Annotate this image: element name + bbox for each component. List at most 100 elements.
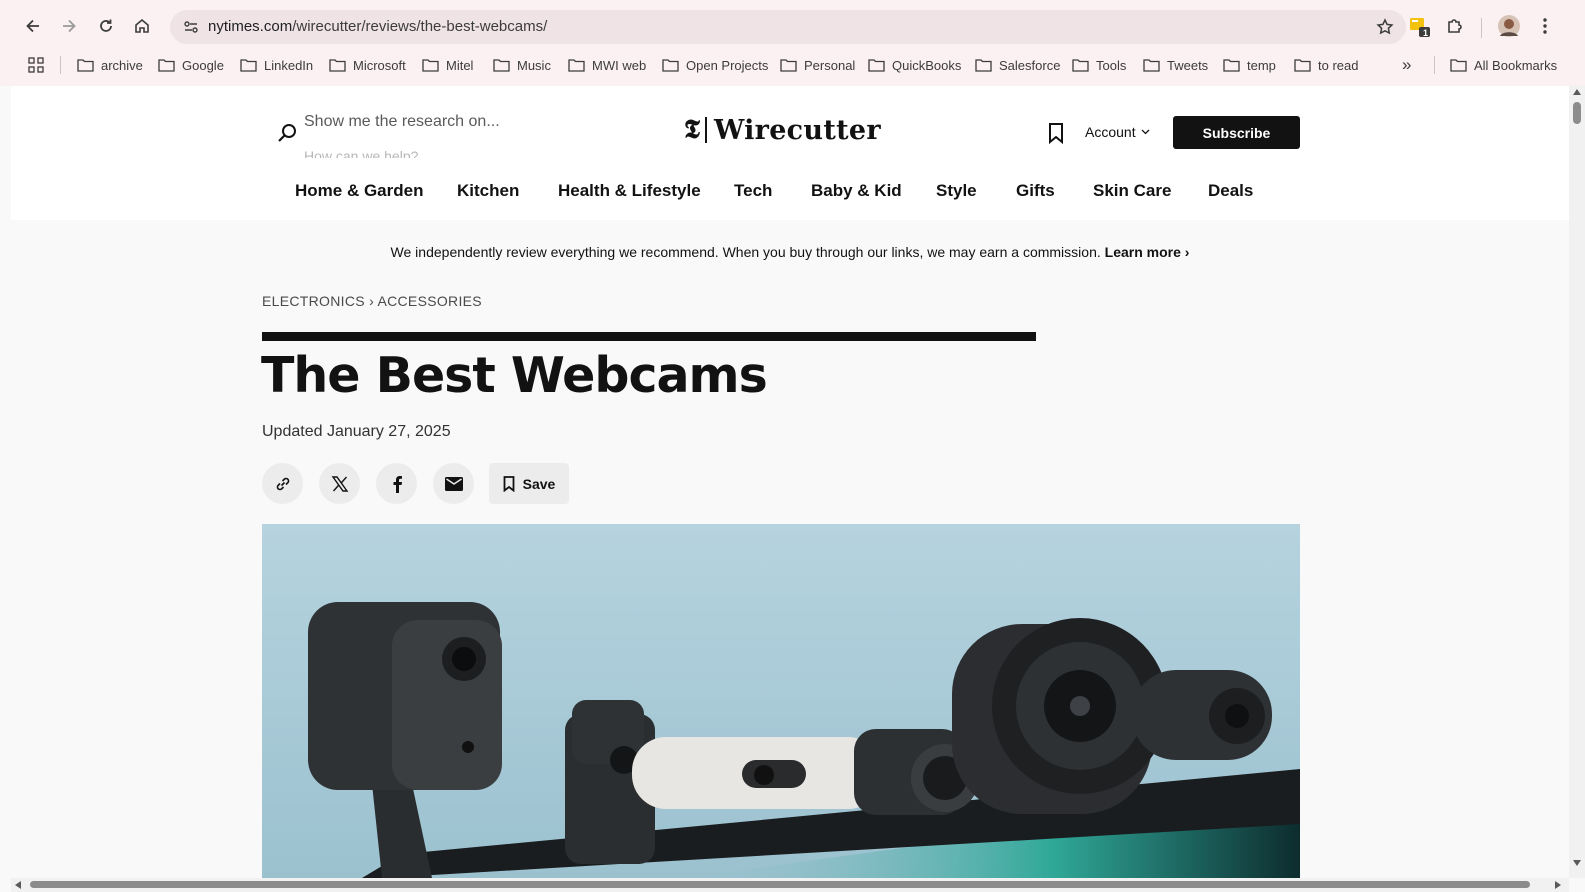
affiliate-disclosure: We independently review everything we re… xyxy=(11,244,1569,260)
folder-icon xyxy=(868,59,885,72)
bookmark-folder[interactable]: Microsoft xyxy=(329,53,406,77)
kebab-menu-icon xyxy=(1543,18,1547,34)
vertical-scrollbar[interactable] xyxy=(1569,86,1585,878)
bookmark-folder[interactable]: QuickBooks xyxy=(868,53,961,77)
profile-button[interactable] xyxy=(1493,10,1525,42)
nav-item-home-garden[interactable]: Home & Garden xyxy=(295,181,423,201)
back-arrow-icon xyxy=(26,19,39,33)
nav-item-tech[interactable]: Tech xyxy=(734,181,772,201)
logo-divider xyxy=(704,117,707,143)
bookmark-folder[interactable]: Google xyxy=(158,53,224,77)
home-button[interactable] xyxy=(126,10,158,42)
search-input[interactable] xyxy=(304,110,604,134)
bookmark-folder[interactable]: temp xyxy=(1223,53,1276,77)
scroll-left-arrow-icon[interactable] xyxy=(15,881,21,889)
bookmarks-divider-right xyxy=(1434,56,1435,74)
url-domain: nytimes.com xyxy=(208,18,293,35)
browser-menu-button[interactable] xyxy=(1529,10,1561,42)
forward-button[interactable] xyxy=(53,10,85,42)
bookmarks-bar: archive Google LinkedIn Microsoft Mitel Music… xyxy=(0,50,1585,80)
bookmark-label: Personal xyxy=(804,57,856,73)
apps-button[interactable] xyxy=(28,53,51,77)
share-x-button[interactable] xyxy=(319,463,360,504)
all-bookmarks-button[interactable]: All Bookmarks xyxy=(1450,53,1557,77)
address-bar[interactable]: nytimes.com/wirecutter/reviews/the-best-… xyxy=(170,10,1406,44)
folder-icon xyxy=(1072,59,1089,72)
bookmarks-overflow-button[interactable]: » xyxy=(1402,53,1411,77)
wirecutter-logo[interactable]: 𝕿 Wirecutter xyxy=(684,113,881,147)
site-header: How can we help? 𝕿 Wirecutter Account Su… xyxy=(11,86,1569,220)
bookmark-label: LinkedIn xyxy=(264,57,314,73)
facebook-icon xyxy=(393,475,402,493)
bookmark-label: Open Projects xyxy=(686,57,769,73)
nav-item-skin-care[interactable]: Skin Care xyxy=(1093,181,1171,201)
link-icon xyxy=(276,477,289,490)
bookmark-folder[interactable]: Open Projects xyxy=(662,53,768,77)
home-icon xyxy=(135,18,149,33)
breadcrumb-electronics[interactable]: ELECTRONICS xyxy=(262,293,365,309)
bookmark-folder[interactable]: Mitel xyxy=(422,53,473,77)
bookmark-label: to read xyxy=(1318,57,1359,73)
logo-wordmark: Wirecutter xyxy=(713,114,881,146)
nav-item-deals[interactable]: Deals xyxy=(1208,181,1253,201)
toolbar-divider xyxy=(1481,18,1482,38)
overflow-chevrons-icon: » xyxy=(1402,55,1412,74)
bookmark-label: Google xyxy=(182,57,224,73)
category-nav: Home & Garden Kitchen Health & Lifestyle Te… xyxy=(11,181,1569,211)
puzzle-icon xyxy=(1448,19,1462,33)
bookmark-icon xyxy=(503,475,515,492)
bookmark-label: Music xyxy=(517,57,551,73)
bookmarks-divider xyxy=(60,56,61,74)
search-hint-text: How can we help? xyxy=(304,148,419,158)
learn-more-link[interactable]: Learn more › xyxy=(1105,244,1190,260)
bookmark-label: Mitel xyxy=(446,57,474,73)
bookmark-folder[interactable]: LinkedIn xyxy=(240,53,313,77)
bookmark-label: Salesforce xyxy=(999,57,1061,73)
horizontal-scroll-thumb[interactable] xyxy=(30,881,1530,888)
nav-item-gifts[interactable]: Gifts xyxy=(1016,181,1055,201)
scroll-right-arrow-icon[interactable] xyxy=(1555,881,1561,889)
nav-item-style[interactable]: Style xyxy=(936,181,977,201)
scroll-up-arrow-icon[interactable] xyxy=(1573,89,1581,95)
back-button[interactable] xyxy=(17,10,49,42)
account-menu[interactable]: Account xyxy=(1085,124,1150,140)
bookmark-folder[interactable]: Personal xyxy=(780,53,855,77)
scroll-down-arrow-icon[interactable] xyxy=(1573,860,1581,866)
folder-icon xyxy=(158,59,175,72)
bookmark-folder[interactable]: Tools xyxy=(1072,53,1126,77)
bookmark-folder[interactable]: Music xyxy=(493,53,551,77)
vertical-scroll-thumb[interactable] xyxy=(1573,102,1581,124)
folder-icon xyxy=(1294,59,1311,72)
site-info-icon[interactable] xyxy=(178,14,204,40)
bookmark-folder[interactable]: archive xyxy=(77,53,143,77)
folder-icon xyxy=(662,59,679,72)
save-article-button[interactable]: Save xyxy=(489,463,569,504)
share-facebook-button[interactable] xyxy=(376,463,417,504)
bookmark-label: Tweets xyxy=(1167,57,1209,73)
nav-item-health-lifestyle[interactable]: Health & Lifestyle xyxy=(558,181,701,201)
extension-notes-button[interactable]: 1 xyxy=(1403,10,1435,42)
url-text: nytimes.com/wirecutter/reviews/the-best-… xyxy=(208,18,547,35)
bookmark-star-icon[interactable] xyxy=(1372,14,1398,40)
save-label: Save xyxy=(522,475,556,492)
x-logo-icon xyxy=(331,475,348,492)
bookmark-folder[interactable]: MWI web xyxy=(568,53,646,77)
search-icon[interactable] xyxy=(276,122,298,144)
bookmark-label: QuickBooks xyxy=(892,57,962,73)
forward-arrow-icon xyxy=(63,19,76,33)
reload-button[interactable] xyxy=(90,10,122,42)
saved-bookmark-icon[interactable] xyxy=(1046,122,1066,144)
subscribe-button[interactable]: Subscribe xyxy=(1173,116,1300,149)
share-email-button[interactable] xyxy=(433,463,474,504)
extensions-button[interactable] xyxy=(1439,10,1471,42)
breadcrumb-accessories[interactable]: ACCESSORIES xyxy=(377,293,481,309)
account-label: Account xyxy=(1085,124,1136,140)
horizontal-scrollbar[interactable] xyxy=(11,878,1569,892)
bookmark-folder[interactable]: Tweets xyxy=(1143,53,1208,77)
bookmark-folder[interactable]: Salesforce xyxy=(975,53,1060,77)
bookmark-folder[interactable]: to read xyxy=(1294,53,1358,77)
copy-link-button[interactable] xyxy=(262,463,303,504)
nav-item-kitchen[interactable]: Kitchen xyxy=(457,181,519,201)
nav-item-baby-kid[interactable]: Baby & Kid xyxy=(811,181,902,201)
extension-badge: 1 xyxy=(1423,28,1429,38)
